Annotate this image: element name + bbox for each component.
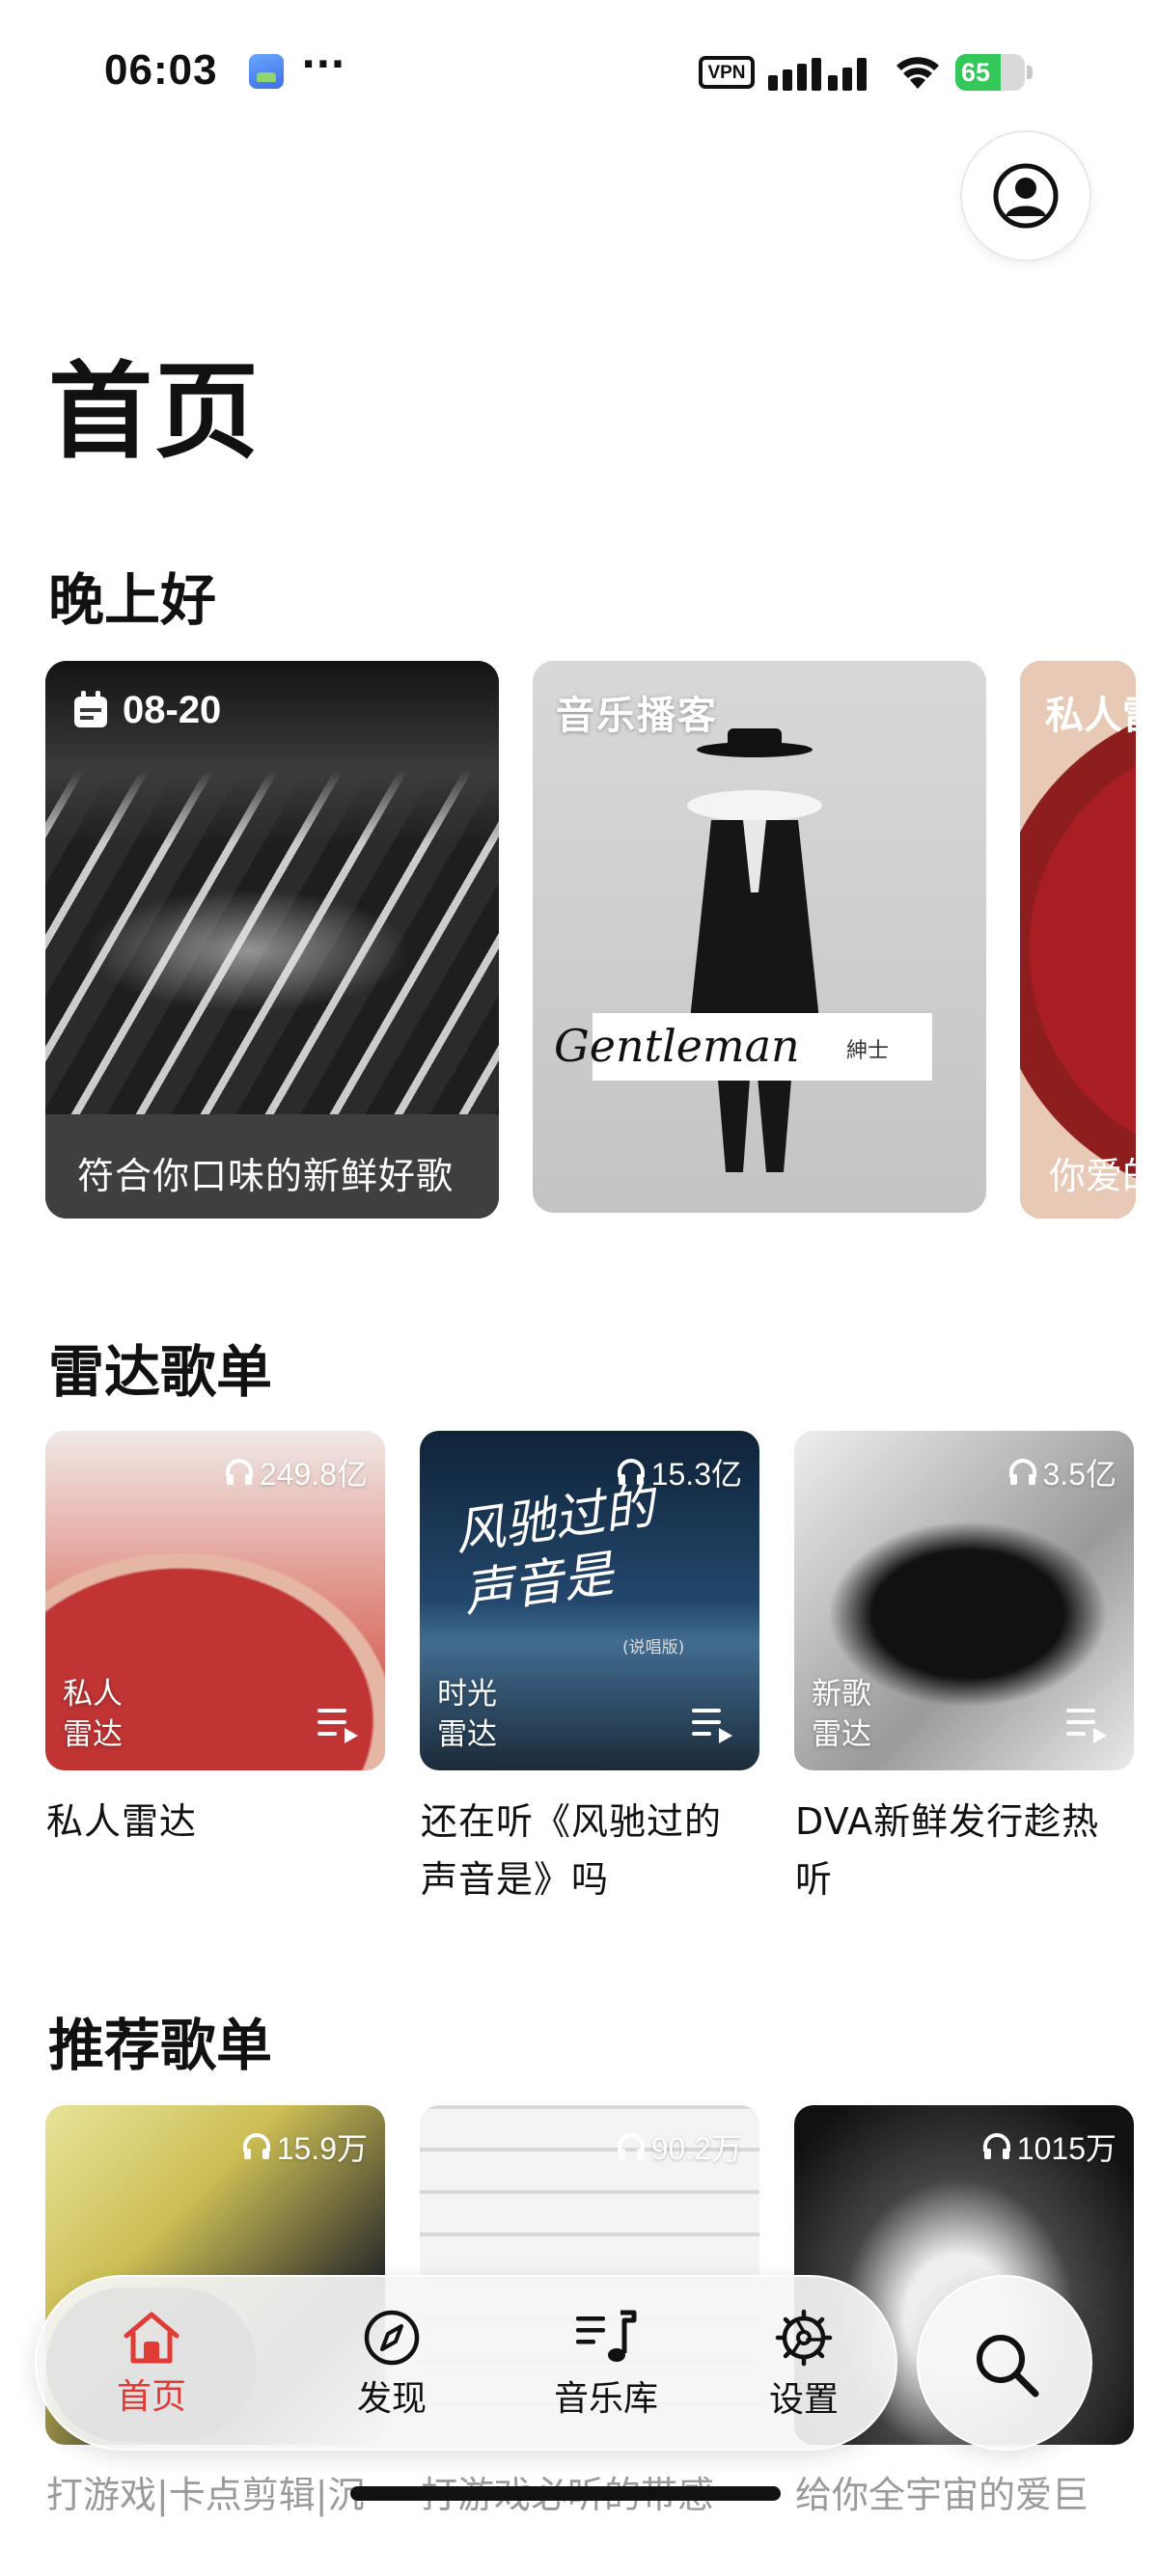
recommended-playlist-title[interactable]: 给你全宇宙的爱巨 [795, 2465, 1089, 2518]
playlist-queue-icon[interactable] [1066, 1707, 1109, 1743]
radar-label-line1: 新歌 [812, 1677, 871, 1712]
headphones-icon [617, 2133, 645, 2159]
radar-playlist-timeline[interactable]: 风驰过的 声音是 (说唱版) 15.3亿 时光 雷达 [420, 1431, 759, 1770]
play-count: 249.8亿 [225, 1450, 368, 1494]
radar-playlist-title[interactable]: 私人雷达 [46, 1793, 403, 1850]
tab-settings[interactable]: 设置 [712, 2277, 896, 2453]
more-notifications-icon: ··· [301, 42, 345, 87]
greeting-title: 晚上好 [48, 567, 217, 633]
page-title: 首页 [48, 352, 262, 473]
podcast-label: 音乐播客 [556, 694, 718, 738]
play-count: 1015万 [982, 2124, 1117, 2169]
private-radar-caption: 你爱的 [1049, 1155, 1136, 1197]
settings-gear-icon [775, 2309, 833, 2367]
radar-playlist-title[interactable]: DVA新鲜发行趁热听 [795, 1793, 1133, 1908]
headphones-icon [982, 2133, 1010, 2159]
app-notification-icon [249, 54, 284, 89]
cellular-signal-icon [768, 58, 867, 91]
radar-playlist-private[interactable]: 249.8亿 私人 雷达 [45, 1431, 385, 1770]
play-count: 15.9万 [242, 2124, 368, 2169]
search-icon [977, 2335, 1039, 2398]
radar-label-line1: 私人 [63, 1677, 123, 1712]
vpn-icon: VPN [699, 56, 755, 89]
tab-discover-label: 发现 [356, 2379, 427, 2419]
headphones-icon [225, 1459, 253, 1485]
status-time: 06:03 [104, 46, 218, 94]
home-icon [124, 2312, 179, 2364]
radar-section-title: 雷达歌单 [48, 1339, 273, 1405]
play-count-value: 249.8亿 [259, 1457, 368, 1492]
tab-library[interactable]: 音乐库 [500, 2277, 712, 2453]
person-circle-icon [993, 163, 1059, 229]
podcast-figure-illustration [687, 728, 822, 1172]
podcast-art-title: Gentleman [554, 1020, 800, 1072]
play-count: 3.5亿 [1008, 1450, 1117, 1494]
play-count-value: 15.3亿 [650, 1457, 742, 1492]
radar-label-line2: 雷达 [812, 1717, 871, 1752]
play-count: 90.2万 [617, 2124, 742, 2169]
play-count-value: 1015万 [1016, 2131, 1117, 2166]
daily-recommend-card[interactable]: 08-20 符合你口味的新鲜好歌 [45, 661, 499, 1219]
podcast-art-subtitle: 紳士 [846, 1039, 890, 1063]
tab-discover[interactable]: 发现 [295, 2277, 488, 2453]
home-indicator [350, 2486, 781, 2501]
play-count-value: 90.2万 [650, 2131, 742, 2166]
daily-date: 08-20 [123, 688, 222, 731]
playlist-queue-icon[interactable] [692, 1707, 734, 1743]
profile-button[interactable] [962, 132, 1089, 260]
headphones-icon [1008, 1459, 1036, 1485]
radar-label: 时光 雷达 [437, 1674, 497, 1755]
play-count-value: 3.5亿 [1042, 1457, 1117, 1492]
radar-label: 私人 雷达 [63, 1674, 123, 1755]
radar-label: 新歌 雷达 [812, 1674, 871, 1755]
recommended-section-title: 推荐歌单 [48, 2013, 273, 2078]
bottom-tab-bar: 首页 发现 音乐库 设置 [35, 2275, 897, 2451]
radar-label-line2: 雷达 [63, 1717, 123, 1752]
compass-icon [364, 2310, 420, 2366]
calendar-icon [74, 691, 107, 727]
headphones-icon [242, 2133, 270, 2159]
battery-percent: 65 [961, 58, 991, 87]
tab-home-label: 首页 [116, 2377, 186, 2417]
tab-settings-label: 设置 [768, 2380, 839, 2420]
radar-playlist-title[interactable]: 还在听《风驰过的声音是》吗 [421, 1793, 749, 1908]
status-bar: 06:03 ··· VPN 65 [0, 0, 1158, 135]
play-count-value: 15.9万 [276, 2131, 368, 2166]
playlist-queue-icon[interactable] [317, 1707, 360, 1743]
recommended-playlist-title[interactable]: 打游戏|卡点剪辑|沉 [46, 2465, 365, 2518]
private-radar-label: 私人雷达 [1045, 694, 1136, 738]
album-art-title: 风驰过的 声音是 [451, 1475, 667, 1626]
private-radar-card[interactable]: 私人雷达 你爱的 [1020, 661, 1136, 1219]
headphones-icon [617, 1459, 645, 1485]
play-count: 15.3亿 [617, 1450, 742, 1494]
tab-library-label: 音乐库 [553, 2379, 658, 2419]
search-button[interactable] [917, 2275, 1092, 2451]
wifi-icon [896, 57, 939, 89]
date-chip: 08-20 [72, 686, 221, 734]
private-radar-artwork [1020, 661, 1136, 1219]
radar-label-line1: 时光 [437, 1677, 497, 1712]
radar-label-line2: 雷达 [437, 1717, 497, 1752]
battery-icon: 65 [955, 54, 1033, 91]
music-podcast-card[interactable]: 音乐播客 Gentleman 紳士 [533, 661, 986, 1213]
radar-playlist-new-songs[interactable]: 3.5亿 新歌 雷达 [794, 1431, 1134, 1770]
music-library-icon [576, 2310, 637, 2362]
daily-recommend-caption: 符合你口味的新鲜好歌 [77, 1155, 455, 1197]
album-art-note: (说唱版) [622, 1638, 685, 1658]
tab-home[interactable]: 首页 [46, 2288, 257, 2442]
